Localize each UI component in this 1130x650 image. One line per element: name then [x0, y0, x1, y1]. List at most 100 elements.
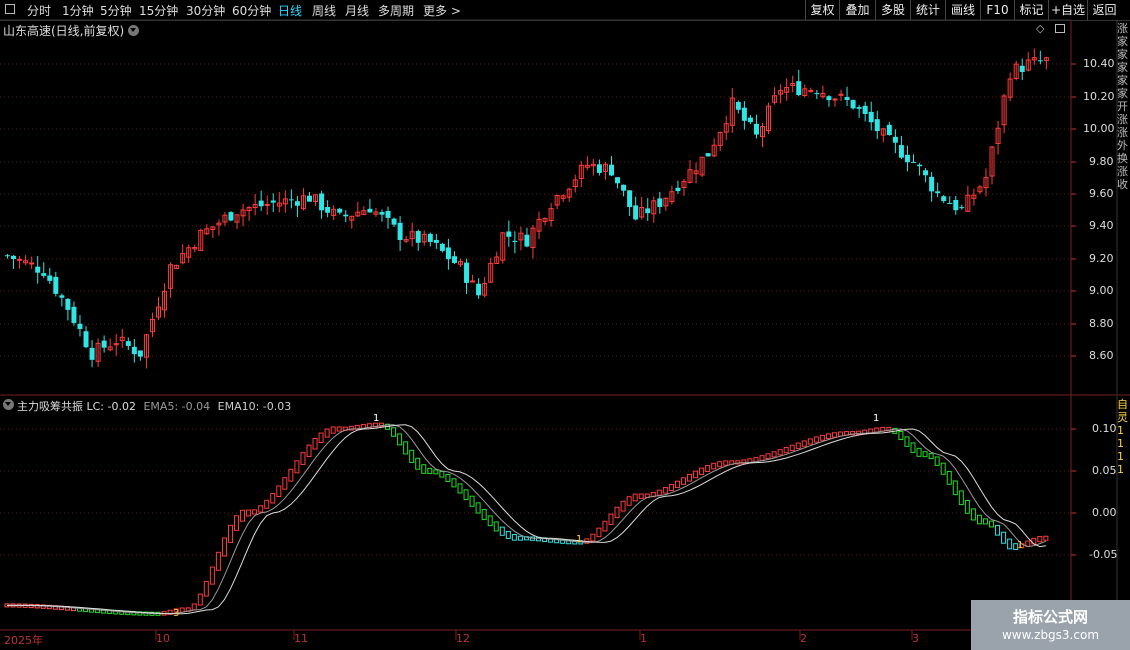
indicator-chevron-icon[interactable]	[3, 399, 14, 410]
lc-bar	[795, 442, 801, 449]
lc-bar	[264, 499, 270, 509]
diamond-icon[interactable]: ◇	[1036, 22, 1044, 35]
candle-body-down	[77, 323, 83, 329]
stock-title: 山东高速(日线,前复权)	[3, 24, 125, 38]
lc-bar	[433, 469, 439, 475]
lc-bar	[723, 460, 729, 466]
candle-body-down	[137, 350, 143, 357]
lc-bar	[300, 452, 306, 465]
y-tick: 10.40	[1083, 57, 1115, 70]
lc-bar	[481, 509, 487, 521]
lc-bar	[209, 566, 215, 585]
lc-bar	[916, 447, 922, 457]
lc-bar	[958, 490, 964, 506]
lc-bar	[203, 580, 209, 597]
lc-bar	[687, 473, 693, 482]
lc-bar	[191, 603, 197, 611]
candle-body-down	[609, 164, 614, 176]
lc-bar	[590, 533, 596, 542]
candle-body-down	[627, 190, 633, 208]
lc-bar	[1037, 535, 1043, 543]
candle-body-down	[445, 247, 451, 260]
candle-body-down	[307, 195, 312, 202]
candle-body-down	[65, 298, 71, 310]
indicator-legend[interactable]: 主力吸筹共振 LC: -0.02 EMA5: -0.04 EMA10: -0.0…	[3, 398, 292, 414]
candle-body-down	[391, 218, 397, 225]
candle-body-down	[11, 255, 17, 260]
candle-body-up	[832, 98, 838, 101]
candle-body-down	[294, 201, 300, 206]
candle-body-down	[343, 214, 349, 217]
candle-body-down	[874, 119, 880, 132]
lc-bar	[910, 442, 916, 453]
lc-bar	[989, 520, 995, 528]
candle-body-down	[83, 331, 89, 348]
lc-bar	[282, 477, 288, 490]
lc-bar	[1001, 531, 1007, 544]
lc-bar	[511, 534, 517, 541]
ind-y-tick: 0.10	[1092, 422, 1117, 435]
lc-bar	[421, 464, 427, 474]
candle-body-down	[735, 101, 741, 110]
x-label: 2	[800, 632, 807, 645]
ind-y-tick: 0.05	[1092, 464, 1117, 477]
kline-chart[interactable]	[0, 0, 1130, 650]
candle-body-up	[808, 89, 814, 92]
lc-bar	[632, 493, 638, 502]
chevron-down-icon[interactable]	[128, 25, 140, 36]
lc-bar	[662, 487, 668, 494]
lc-bar	[475, 502, 481, 514]
lc-bar	[711, 462, 717, 470]
lc-bar	[693, 470, 699, 479]
panel-toggle-icon[interactable]	[1055, 24, 1065, 33]
lc-bar	[324, 428, 330, 438]
lc-bar	[445, 473, 451, 482]
x-label: 1	[640, 632, 647, 645]
candle-body-down	[892, 136, 898, 143]
candle-body-down	[59, 295, 65, 298]
y-tick: 9.60	[1089, 187, 1114, 200]
candle-body-down	[917, 164, 923, 167]
y-tick: 8.80	[1089, 317, 1114, 330]
lc-bar	[970, 508, 976, 521]
candle-body-down	[415, 231, 421, 243]
watermark-logo: 指标公式网 www.zbgs3.com	[971, 600, 1130, 650]
candle-body-down	[397, 222, 403, 240]
lc-bar	[982, 518, 988, 525]
lc-bar	[789, 444, 795, 452]
watermark-title: 指标公式网	[1012, 608, 1088, 626]
signal-label: 1	[373, 413, 380, 424]
candle-body-up	[17, 258, 23, 261]
y-tick: 10.20	[1083, 90, 1115, 103]
lc-bar	[976, 514, 982, 525]
candle-body-down	[941, 196, 947, 202]
lc-bar	[505, 530, 511, 539]
lc-bar	[674, 480, 680, 489]
candle-body-down	[868, 111, 874, 123]
candle-body-up	[264, 203, 270, 206]
candle-body-down	[633, 205, 639, 220]
candle-body-down	[101, 340, 107, 348]
ema5-value: EMA5: -0.04	[143, 400, 211, 413]
indicator-plot	[4, 422, 1049, 616]
candle-body-down	[898, 145, 904, 158]
lc-bar	[765, 453, 771, 460]
candle-body-down	[826, 96, 832, 101]
candle-body-down	[53, 276, 59, 294]
y-tick: 8.60	[1089, 349, 1114, 362]
x-label: 11	[294, 632, 308, 645]
ema10-value: EMA10: -0.03	[217, 400, 292, 413]
right-info-strip-bottom: 自灵1111	[1117, 398, 1128, 476]
candle-body-down	[705, 153, 711, 157]
candle-body-down	[929, 176, 935, 192]
lc-bar	[227, 524, 233, 543]
candle-body-down	[524, 234, 530, 247]
chart-title[interactable]: 山东高速(日线,前复权)	[3, 22, 140, 39]
lc-bar	[777, 449, 783, 456]
candle-body-down	[367, 208, 373, 213]
lc-bar	[1007, 538, 1013, 550]
candle-body-down	[319, 193, 325, 211]
lc-bar	[831, 432, 837, 438]
y-tick: 9.20	[1089, 252, 1114, 265]
candle-body-down	[258, 200, 264, 207]
